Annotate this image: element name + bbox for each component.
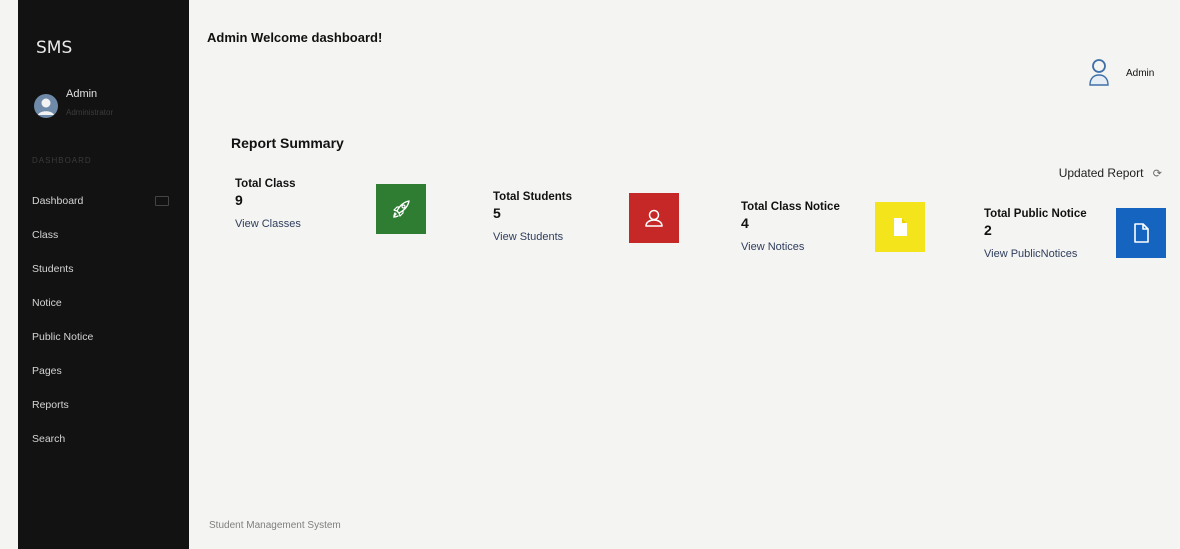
stat-card-total-students: Total Students 5 View Students (493, 191, 572, 243)
rocket-icon (393, 200, 410, 218)
updated-report-button[interactable]: Updated Report ⟳ (1059, 166, 1162, 180)
report-summary-heading: Report Summary (231, 135, 344, 151)
stat-tile-total-class-notice (875, 202, 925, 252)
footer-text: Student Management System (209, 520, 341, 531)
avatar (34, 94, 58, 118)
monitor-icon (155, 196, 169, 206)
stat-tile-total-class (376, 184, 426, 234)
view-notices-link[interactable]: View Notices (741, 241, 840, 253)
user-icon (1088, 58, 1110, 86)
stat-card-value: 9 (235, 192, 243, 208)
sidebar-item-notice[interactable]: Notice (18, 292, 189, 326)
document-icon (894, 218, 907, 236)
sidebar-item-public-notice[interactable]: Public Notice (18, 326, 189, 360)
header-user-menu[interactable]: Admin (1080, 58, 1170, 88)
sidebar: SMS Admin Administrator DASHBOARD Dashbo… (18, 0, 189, 549)
stat-card-value: 5 (493, 205, 501, 221)
stat-card-title: Total Class Notice (741, 201, 840, 213)
view-publicnotices-link[interactable]: View PublicNotices (984, 248, 1087, 260)
stat-card-value: 2 (984, 222, 992, 238)
sidebar-item-label: Reports (32, 399, 69, 411)
stat-card-title: Total Class (235, 178, 296, 190)
stat-card-total-class: Total Class 9 View Classes (235, 178, 301, 230)
stat-card-total-public-notice: Total Public Notice 2 View PublicNotices (984, 208, 1087, 260)
sidebar-item-class[interactable]: Class (18, 224, 189, 258)
sidebar-user: Admin Administrator (34, 88, 184, 128)
brand-logo[interactable]: SMS (36, 38, 72, 58)
sidebar-item-label: Public Notice (32, 331, 94, 343)
document-icon (1134, 223, 1149, 243)
sidebar-item-pages[interactable]: Pages (18, 360, 189, 394)
stat-card-title: Total Students (493, 191, 573, 203)
page-title: Admin Welcome dashboard! (207, 30, 383, 45)
updated-report-label: Updated Report (1058, 166, 1144, 180)
sidebar-item-label: Pages (32, 365, 62, 377)
sidebar-section-label: DASHBOARD (32, 156, 92, 165)
view-classes-link[interactable]: View Classes (235, 218, 301, 230)
sidebar-item-label: Search (32, 433, 66, 445)
sidebar-user-subtitle: Administrator (66, 108, 114, 117)
sidebar-item-search[interactable]: Search (18, 428, 189, 462)
sidebar-item-label: Notice (32, 297, 62, 309)
sidebar-nav: Dashboard Class Students Notice Public N… (18, 190, 189, 462)
stat-tile-total-public-notice (1116, 208, 1166, 258)
sidebar-item-label: Class (32, 229, 59, 241)
sidebar-user-name: Admin (66, 88, 98, 100)
stat-card-title: Total Public Notice (984, 208, 1087, 220)
user-icon (645, 209, 663, 227)
sidebar-item-dashboard[interactable]: Dashboard (18, 190, 189, 224)
stat-tile-total-students (629, 193, 679, 243)
sidebar-item-reports[interactable]: Reports (18, 394, 189, 428)
stat-card-value: 4 (741, 215, 749, 231)
main-content: Admin Welcome dashboard! Admin Report Su… (189, 0, 1180, 549)
sidebar-item-label: Students (32, 263, 74, 275)
refresh-icon: ⟳ (1152, 168, 1162, 180)
header-user-name: Admin (1126, 68, 1155, 79)
stat-card-total-class-notice: Total Class Notice 4 View Notices (741, 201, 840, 253)
sidebar-item-students[interactable]: Students (18, 258, 189, 292)
view-students-link[interactable]: View Students (493, 231, 572, 243)
sidebar-item-label: Dashboard (32, 195, 84, 207)
